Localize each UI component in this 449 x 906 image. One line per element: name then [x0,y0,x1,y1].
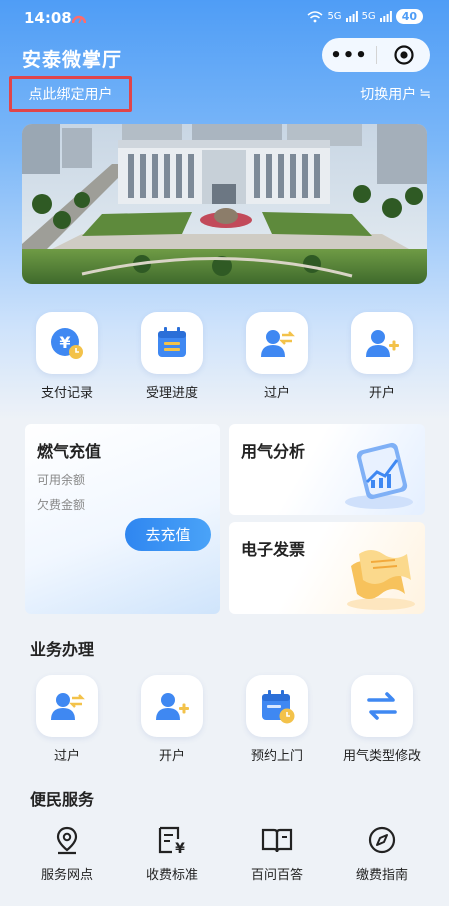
switch-user-button[interactable]: 切换用户 ≒ [360,84,431,104]
status-bar: 14:08 5G 5G 40 [0,0,449,36]
signal-icon [345,11,358,22]
switch-user-label: 切换用户 [360,87,417,103]
appointment-calendar-icon [246,675,308,737]
available-balance-label: 可用余额 [37,473,86,487]
network-type-1: 5G [327,11,342,22]
speedometer-icon [72,15,86,24]
transfer-user-icon [36,675,98,737]
svc-label-faq: 百问百答 [250,868,303,883]
status-indicators: 5G 5G 40 [307,9,423,24]
svg-text:¥: ¥ [59,333,70,352]
compass-icon [337,824,427,856]
switch-arrows-icon: ≒ [419,86,431,102]
swap-arrows-icon [351,675,413,737]
quick-actions: ¥ 支付记录 受理进度 过户 开户 [0,312,449,402]
svc-label-payment-guide: 缴费指南 [355,868,408,883]
quick-item-progress[interactable]: 受理进度 [127,312,217,401]
biz-item-appointment[interactable]: 预约上门 [232,675,322,764]
analysis-chart-icon [345,442,413,509]
bind-user-link[interactable]: 点此绑定用户 [9,76,132,112]
progress-calendar-icon [141,312,203,374]
status-time: 14:08 [24,9,72,27]
wifi-icon [307,10,323,22]
invoice-paper-icon [347,550,415,610]
svc-item-fee-standard[interactable]: ¥ 收费标准 [127,824,217,883]
target-close-icon[interactable] [377,44,430,66]
gas-analysis-card[interactable]: 用气分析 [229,424,425,515]
more-dots-icon[interactable]: ••• [322,45,376,66]
quick-label-progress: 受理进度 [145,386,198,401]
quick-item-open-account[interactable]: 开户 [337,312,427,401]
recharge-card-title: 燃气充值 [37,442,102,461]
quick-item-transfer[interactable]: 过户 [232,312,322,401]
quick-item-payment-record[interactable]: ¥ 支付记录 [22,312,112,401]
e-invoice-card[interactable]: 电子发票 [229,522,425,614]
svg-text:¥: ¥ [175,841,185,855]
invoice-card-title: 电子发票 [241,540,306,559]
quick-label-open-account: 开户 [368,386,395,401]
location-pin-icon [22,824,112,856]
book-icon [232,824,322,856]
network-type-2: 5G [361,11,376,22]
quick-label-payment-record: 支付记录 [40,386,93,401]
svc-label-outlets: 服务网点 [40,868,93,883]
app-page: 14:08 5G 5G 40 安泰微掌厅 ••• 点此绑定用户 切换用户 ≒ ¥… [0,0,449,906]
recharge-button-label: 去充值 [145,526,191,544]
battery-indicator: 40 [395,9,423,24]
bind-user-label: 点此绑定用户 [28,87,113,103]
svc-item-outlets[interactable]: 服务网点 [22,824,112,883]
biz-label-gas-type-change: 用气类型修改 [342,749,421,764]
service-items: 服务网点 ¥ 收费标准 百问百答 缴费指南 [0,824,449,894]
biz-item-open-account[interactable]: 开户 [127,675,217,764]
app-title: 安泰微掌厅 [22,49,123,71]
services-section-title: 便民服务 [30,790,95,809]
business-items: 过户 开户 预约上门 用气类型修改 [0,675,449,770]
signal-icon-2 [379,11,392,22]
payment-record-icon: ¥ [36,312,98,374]
mini-program-capsule: ••• [322,38,430,72]
biz-item-gas-type-change[interactable]: 用气类型修改 [337,675,427,764]
svc-label-fee-standard: 收费标准 [145,868,198,883]
gas-recharge-card[interactable]: 燃气充值 可用余额 欠费金额 去充值 [25,424,220,614]
biz-item-transfer[interactable]: 过户 [22,675,112,764]
biz-label-appointment: 预约上门 [250,749,303,764]
arrears-amount-label: 欠费金额 [37,498,86,512]
transfer-user-icon [246,312,308,374]
add-user-icon [141,675,203,737]
analysis-card-title: 用气分析 [241,442,306,461]
recharge-button[interactable]: 去充值 [125,518,211,551]
quick-label-transfer: 过户 [263,386,290,401]
biz-label-transfer: 过户 [53,749,80,764]
fee-document-icon: ¥ [127,824,217,856]
business-section-title: 业务办理 [30,640,95,659]
add-user-icon [351,312,413,374]
biz-label-open-account: 开户 [158,749,185,764]
banner-image[interactable] [22,124,427,284]
svc-item-payment-guide[interactable]: 缴费指南 [337,824,427,883]
svc-item-faq[interactable]: 百问百答 [232,824,322,883]
